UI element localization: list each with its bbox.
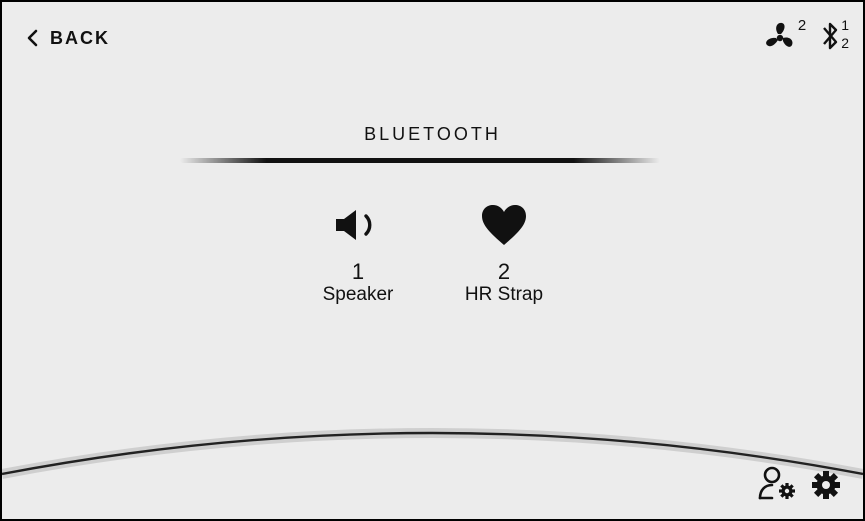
device-number: 2 [497, 259, 511, 284]
status-icons: 2 1 2 [764, 18, 849, 54]
back-button[interactable]: BACK [26, 24, 110, 52]
bluetooth-count-bottom: 2 [841, 35, 849, 51]
settings-button[interactable] [811, 470, 841, 505]
bluetooth-status[interactable]: 1 2 [820, 18, 849, 54]
bluetooth-screen: BACK 2 1 2 BLUETOOTH 1 Speaker 2 HR Stra… [0, 0, 865, 521]
device-label: HR Strap [464, 284, 544, 305]
page-title: BLUETOOTH [364, 124, 501, 144]
bluetooth-count-top: 1 [841, 17, 849, 33]
bottom-toolbar [757, 464, 841, 505]
fan-status[interactable]: 2 [764, 18, 806, 54]
device-label: Speaker [322, 284, 394, 305]
back-label: BACK [50, 27, 110, 48]
device-speaker[interactable]: 1 Speaker [288, 202, 428, 306]
device-hr-strap[interactable]: 2 HR Strap [434, 202, 574, 306]
bottom-arc [2, 428, 863, 519]
user-settings-icon [758, 466, 795, 500]
chevron-left-icon [27, 29, 38, 47]
fan-count: 2 [797, 17, 807, 34]
gear-icon [812, 471, 840, 499]
user-settings-button[interactable] [757, 464, 801, 505]
device-number: 1 [351, 259, 365, 284]
bluetooth-counts: 1 2 [841, 18, 849, 50]
speaker-icon [336, 210, 372, 240]
heart-icon [482, 205, 526, 245]
fan-icon [765, 22, 793, 47]
bluetooth-icon [823, 22, 838, 50]
title-divider [180, 158, 660, 163]
